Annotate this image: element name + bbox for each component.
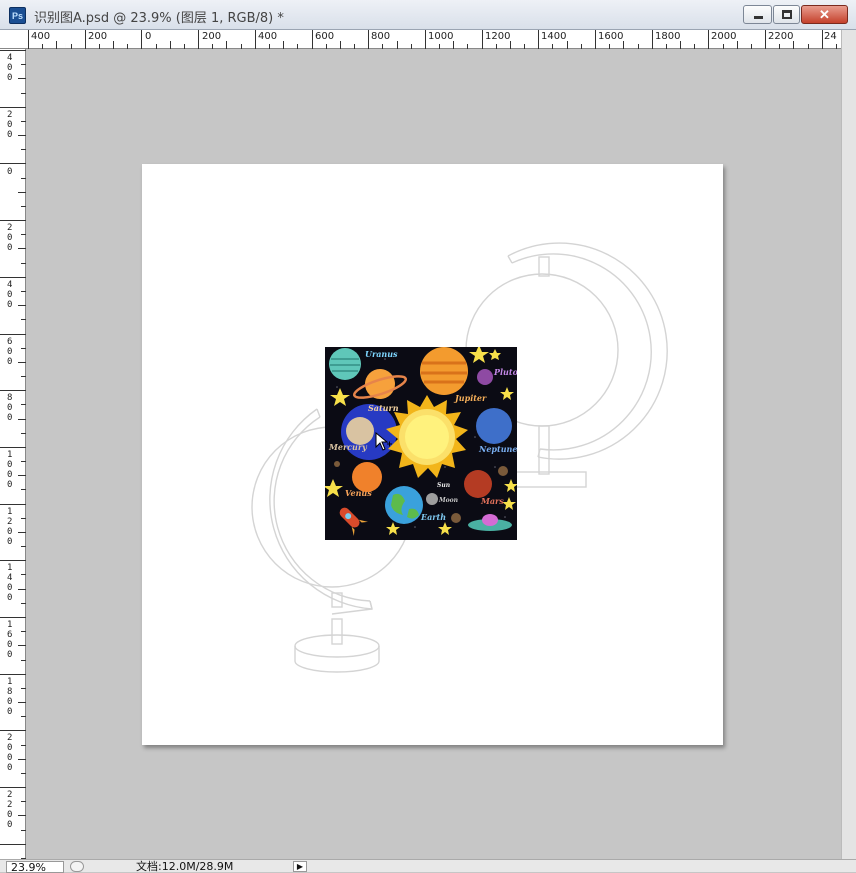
horizontal-scrollbar[interactable] [310,861,840,872]
ruler-top-label: 600 [315,31,335,42]
ruler-left-label: 400 [7,280,13,310]
ruler-top-label: 800 [371,31,391,42]
label-jupiter: Jupiter [453,393,487,403]
ruler-left-label: 600 [7,337,13,367]
label-moon: Moon [438,497,458,504]
ruler-top-label: 200 [88,31,108,42]
vertical-scrollbar[interactable] [841,30,856,859]
ruler-top-label: 1200 [485,31,511,42]
close-icon: ✕ [819,7,830,22]
label-earth: Earth [420,512,446,522]
ruler-left-label: 1800 [7,677,13,717]
label-neptune: Neptune [478,444,517,454]
close-button[interactable]: ✕ [801,5,848,24]
label-pluto: Pluto [493,367,517,377]
ruler-top-label: 400 [31,31,51,42]
window-titlebar[interactable]: Ps 识别图A.psd @ 23.9% (图层 1, RGB/8) * ✕ [0,0,856,30]
label-mercury: Mercury [328,442,368,452]
ruler-left-label: 2000 [7,733,13,773]
ruler-left-label: 200 [7,110,13,140]
label-mars: Mars [480,496,504,506]
label-venus: Venus [345,488,372,498]
solar-system-picture: Uranus Pluto Saturn Jupiter Mercury Nept… [325,347,517,540]
ruler-top-label: 400 [258,31,278,42]
horizontal-ruler[interactable]: 400 200 0 200 400 600 800 1000 1200 1400… [0,30,841,49]
minimize-button[interactable] [743,5,772,24]
ruler-left-label: 200 [7,223,13,253]
ruler-top-label: 24 [824,31,837,42]
ruler-top-label: 200 [202,31,222,42]
document-size-info[interactable]: 文档:12.0M/28.9M [136,860,233,873]
ruler-left-label: 800 [7,393,13,423]
maximize-button[interactable] [773,5,800,24]
status-info-icon[interactable] [70,861,84,872]
vertical-ruler[interactable]: 400 200 0 200 400 600 800 1000 1200 1400… [0,49,26,859]
solar-system-image-layer[interactable]: Uranus Pluto Saturn Jupiter Mercury Nept… [325,347,517,540]
ruler-left-label: 2200 [7,790,13,830]
minimize-icon [754,16,763,19]
ruler-left-label: 1200 [7,507,13,547]
ruler-left-label: 1600 [7,620,13,660]
ruler-left-label: 0 [7,167,13,177]
ruler-top-label: 0 [145,31,152,42]
scroll-right-arrow-icon[interactable]: ▶ [293,861,307,872]
ruler-top-label: 1400 [541,31,567,42]
ruler-top-label: 1000 [428,31,454,42]
label-saturn: Saturn [368,403,399,413]
ruler-left-label: 1400 [7,563,13,603]
ruler-top-label: 1800 [655,31,681,42]
ruler-left-label: 400 [7,53,13,83]
ruler-top-label: 2200 [768,31,794,42]
ruler-top-label: 2000 [711,31,737,42]
zoom-level-field[interactable]: 23.9% [6,861,64,873]
document-title: 识别图A.psd @ 23.9% (图层 1, RGB/8) * [34,11,284,26]
ruler-left-label: 1000 [7,450,13,490]
ruler-top-label: 1600 [598,31,624,42]
photoshop-app-icon[interactable]: Ps [9,7,26,24]
status-bar: 23.9% 文档:12.0M/28.9M ▶ [0,859,856,873]
label-uranus: Uranus [365,349,398,359]
maximize-icon [782,10,792,19]
label-sun: Sun [437,482,450,489]
move-cursor-icon [375,432,392,451]
